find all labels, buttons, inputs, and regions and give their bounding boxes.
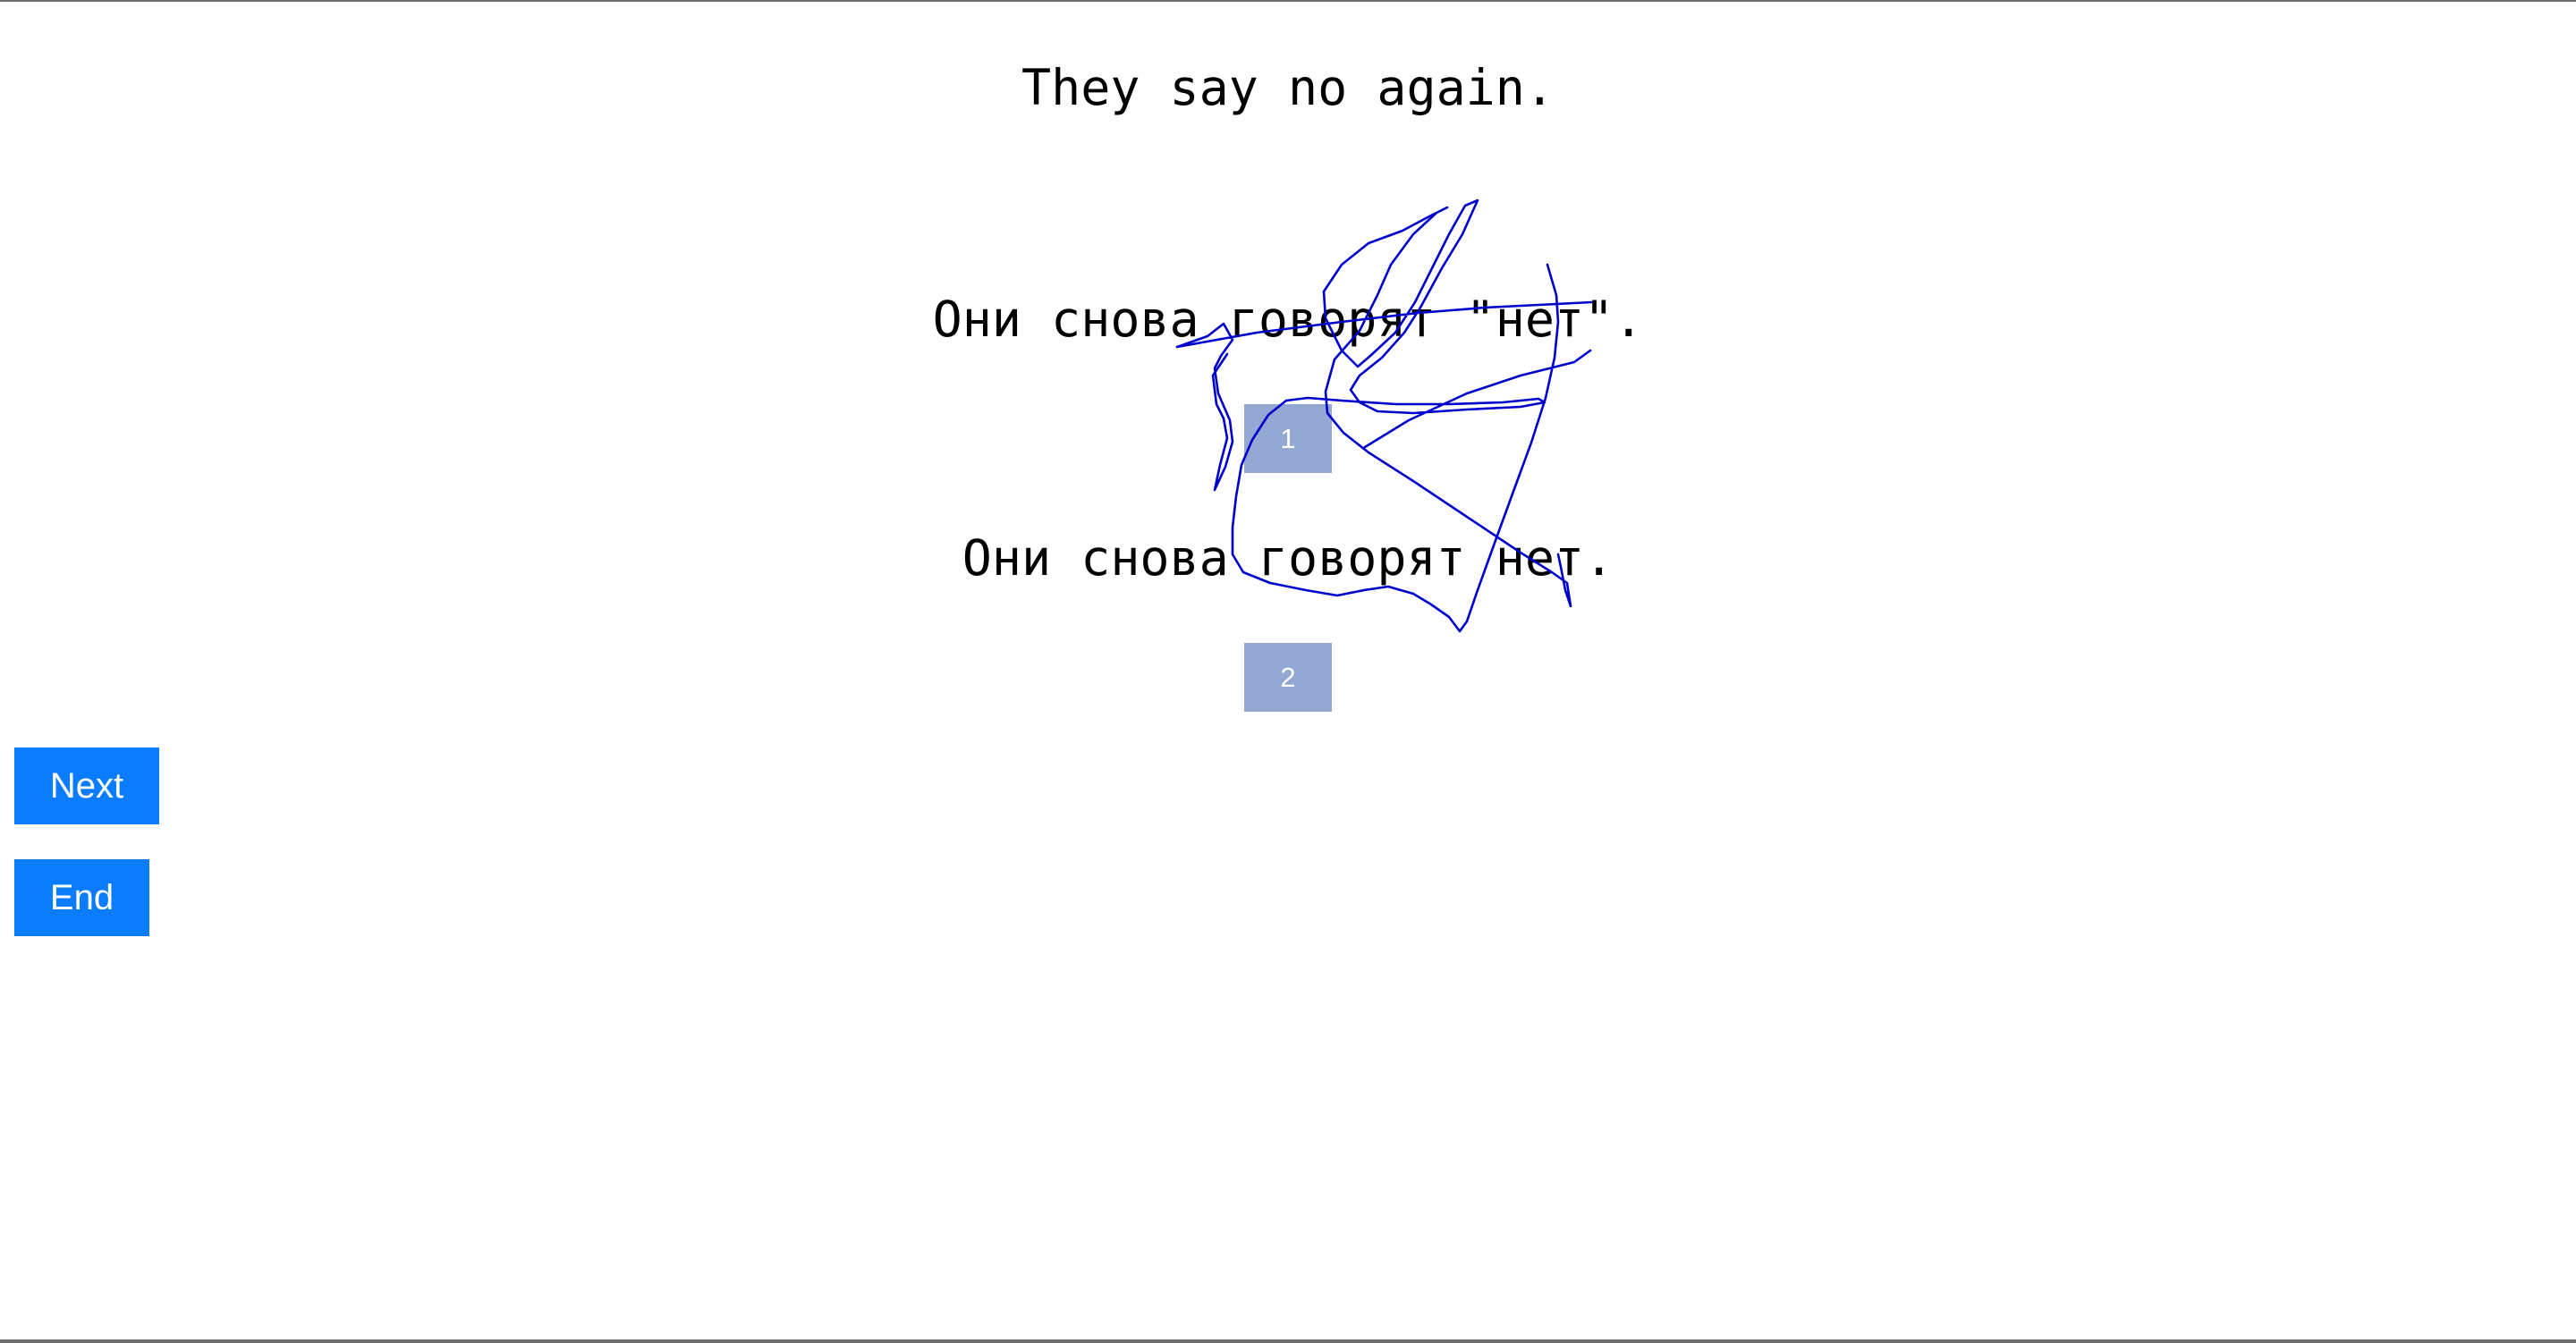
option-2-button[interactable]: 2 <box>1244 643 1332 712</box>
option-1-text: Они снова говорят "нет". <box>932 291 1644 348</box>
option-1-button[interactable]: 1 <box>1244 404 1332 473</box>
end-button[interactable]: End <box>14 859 149 936</box>
bottom-divider <box>0 1339 2576 1343</box>
next-button[interactable]: Next <box>14 748 159 824</box>
top-divider <box>0 0 2576 2</box>
option-2-text: Они снова говорят нет. <box>962 529 1614 587</box>
page: They say no again. Они снова говорят "не… <box>0 0 2576 1343</box>
prompt-sentence: They say no again. <box>1021 59 1555 116</box>
